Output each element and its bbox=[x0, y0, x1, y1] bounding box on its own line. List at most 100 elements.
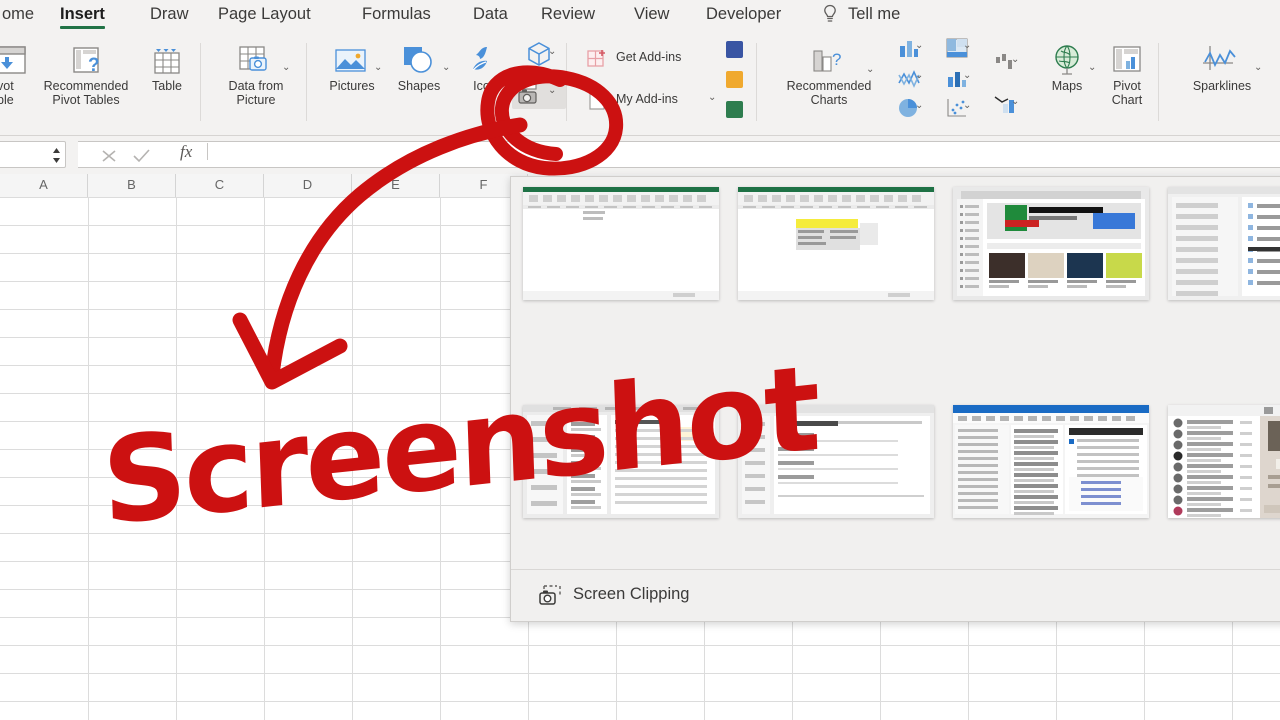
addin-tile-people[interactable] bbox=[726, 101, 743, 118]
tab-view[interactable]: View bbox=[632, 0, 671, 31]
chevron-down-icon[interactable]: ⌄ bbox=[866, 65, 874, 75]
thumbnail-thumb-form-page[interactable] bbox=[738, 405, 934, 518]
tab-review[interactable]: Review bbox=[539, 0, 597, 31]
tab-formulas[interactable]: Formulas bbox=[360, 0, 433, 31]
ribbon-tab-bar: ome Insert Draw Page Layout Formulas Dat… bbox=[0, 0, 1280, 31]
pivot-chart-icon bbox=[1109, 43, 1145, 79]
tab-developer-label: Developer bbox=[706, 5, 781, 23]
tab-draw[interactable]: Draw bbox=[148, 0, 191, 31]
chevron-down-icon[interactable]: ⌄ bbox=[1254, 63, 1262, 73]
ribbon-button-waterfall-chart[interactable]: ⌄ bbox=[984, 51, 1026, 78]
ribbon-button-screenshot[interactable]: ⌄ bbox=[512, 75, 566, 109]
tab-tell-me[interactable]: Tell me bbox=[846, 0, 902, 31]
tab-draw-label: Draw bbox=[150, 5, 189, 23]
thumbnail-preview bbox=[523, 187, 719, 300]
ribbon-button-recommended-pivot-tables[interactable]: ? Recommended Pivot Tables bbox=[22, 43, 150, 107]
lightbulb-icon bbox=[822, 3, 838, 25]
thumbnail-thumb-chat-app[interactable] bbox=[1168, 405, 1280, 518]
ribbon-button-get-add-ins[interactable]: Get Add-ins bbox=[586, 47, 716, 67]
ribbon-button-data-from-picture[interactable]: Data from Picture ⌄ bbox=[206, 43, 306, 107]
column-header-b[interactable]: B bbox=[88, 174, 176, 197]
tab-insert-label: Insert bbox=[60, 5, 105, 23]
tab-page-layout[interactable]: Page Layout bbox=[216, 0, 313, 31]
chevron-down-icon[interactable]: ⌄ bbox=[282, 63, 290, 73]
name-box[interactable] bbox=[0, 141, 66, 168]
formula-caret bbox=[207, 143, 208, 160]
chevron-down-icon[interactable]: ⌄ bbox=[1088, 63, 1096, 73]
thumbnail-thumb-excel-blank[interactable] bbox=[523, 187, 719, 300]
ribbon-label-shapes: Shapes bbox=[384, 79, 454, 93]
name-box-spinner[interactable] bbox=[52, 146, 61, 165]
ribbon-button-line-chart[interactable]: ⌄ bbox=[888, 67, 930, 94]
screen-clipping-label: Screen Clipping bbox=[573, 585, 689, 604]
chevron-down-icon[interactable]: ⌄ bbox=[915, 41, 923, 51]
grid-column-line bbox=[440, 197, 441, 720]
ribbon-label-pictures: Pictures bbox=[316, 79, 388, 93]
chevron-down-icon[interactable]: ⌄ bbox=[963, 71, 971, 81]
chevron-down-icon[interactable]: ⌄ bbox=[548, 86, 556, 96]
ribbon-button-hierarchy-chart[interactable]: ⌄ bbox=[936, 37, 978, 64]
fx-label: fx bbox=[180, 142, 192, 162]
chevron-down-icon[interactable]: ⌄ bbox=[963, 41, 971, 51]
ribbon-separator-2 bbox=[306, 43, 307, 121]
cancel-x-icon[interactable] bbox=[98, 146, 120, 166]
ribbon-button-table[interactable]: Table bbox=[138, 43, 196, 93]
ribbon-button-pivot-chart[interactable]: Pivot Chart bbox=[1098, 43, 1156, 107]
ribbon-button-sparklines[interactable]: Sparklines ⌄ bbox=[1172, 43, 1272, 93]
tab-home[interactable]: ome bbox=[0, 0, 36, 31]
confirm-check-icon[interactable] bbox=[130, 146, 152, 166]
chevron-down-icon[interactable]: ⌄ bbox=[915, 101, 923, 111]
ribbon-button-pie-chart[interactable]: ⌄ bbox=[888, 97, 930, 124]
column-header-c[interactable]: C bbox=[176, 174, 264, 197]
chevron-down-icon[interactable]: ⌄ bbox=[442, 63, 450, 73]
screenshot-dropdown-panel[interactable]: Screen Clipping bbox=[510, 176, 1280, 622]
ribbon-group-add-ins: Get Add-ins My Add-ins ⌄ bbox=[578, 31, 756, 136]
ribbon-separator-3 bbox=[566, 43, 567, 121]
ribbon-button-bar-chart[interactable]: ⌄ bbox=[936, 67, 978, 94]
chevron-down-icon[interactable]: ⌄ bbox=[548, 47, 556, 57]
tab-developer[interactable]: Developer bbox=[704, 0, 783, 31]
screenshot-camera-icon bbox=[516, 76, 544, 106]
svg-text:?: ? bbox=[832, 50, 841, 69]
ribbon-button-icons[interactable]: Icon bbox=[456, 43, 514, 93]
chevron-down-icon[interactable]: ⌄ bbox=[915, 71, 923, 81]
ribbon-button-shapes[interactable]: Shapes ⌄ bbox=[384, 43, 454, 93]
column-header-d[interactable]: D bbox=[264, 174, 352, 197]
ribbon-button-pictures[interactable]: Pictures ⌄ bbox=[316, 43, 388, 93]
thumbnail-thumb-settings-list[interactable] bbox=[1168, 187, 1280, 300]
available-windows-gallery bbox=[511, 177, 1280, 569]
ribbon-label-recommended-charts: Recommended Charts bbox=[768, 79, 890, 107]
formula-input[interactable] bbox=[78, 141, 1280, 168]
chevron-down-icon[interactable]: ⌄ bbox=[1011, 97, 1019, 107]
ribbon-button-maps[interactable]: Maps ⌄ bbox=[1038, 43, 1096, 93]
ribbon-button-scatter-chart[interactable]: ⌄ bbox=[936, 97, 978, 124]
column-header-e[interactable]: E bbox=[352, 174, 440, 197]
tab-insert[interactable]: Insert bbox=[58, 0, 107, 31]
ribbon-separator-4 bbox=[756, 43, 757, 121]
chevron-down-icon[interactable]: ⌄ bbox=[708, 93, 716, 103]
ribbon-label-data-from-picture: Data from Picture bbox=[206, 79, 306, 107]
tab-page-layout-label: Page Layout bbox=[218, 5, 311, 23]
ribbon-button-3d-models[interactable]: ⌄ bbox=[512, 39, 566, 69]
ribbon-button-my-add-ins[interactable]: My Add-ins ⌄ bbox=[586, 89, 726, 109]
tab-data[interactable]: Data bbox=[471, 0, 510, 31]
addin-tile-bing[interactable] bbox=[726, 71, 743, 88]
chevron-down-icon[interactable]: ⌄ bbox=[374, 63, 382, 73]
thumbnail-thumb-document-editor[interactable] bbox=[523, 405, 719, 518]
thumbnail-image bbox=[523, 405, 719, 518]
chevron-down-icon[interactable]: ⌄ bbox=[963, 101, 971, 111]
thumbnail-preview bbox=[523, 405, 719, 518]
tab-tell-me-label: Tell me bbox=[848, 5, 900, 23]
ribbon-button-column-chart[interactable]: ⌄ bbox=[888, 37, 930, 64]
thumbnail-thumb-mail-client[interactable] bbox=[953, 405, 1149, 518]
menu-item-screen-clipping[interactable]: Screen Clipping bbox=[511, 570, 1280, 622]
grid-column-line bbox=[176, 197, 177, 720]
ribbon-button-recommended-charts[interactable]: ? Recommended Charts ⌄ bbox=[768, 43, 890, 107]
addin-tile-visio[interactable] bbox=[726, 41, 743, 58]
thumbnail-thumb-excel-highlight[interactable] bbox=[738, 187, 934, 300]
thumbnail-thumb-browser-youtube[interactable] bbox=[953, 187, 1149, 300]
ribbon-button-combo-chart[interactable]: ⌄ bbox=[984, 93, 1026, 120]
chevron-down-icon[interactable]: ⌄ bbox=[1011, 55, 1019, 65]
column-header-a[interactable]: A bbox=[0, 174, 88, 197]
tab-review-label: Review bbox=[541, 5, 595, 23]
